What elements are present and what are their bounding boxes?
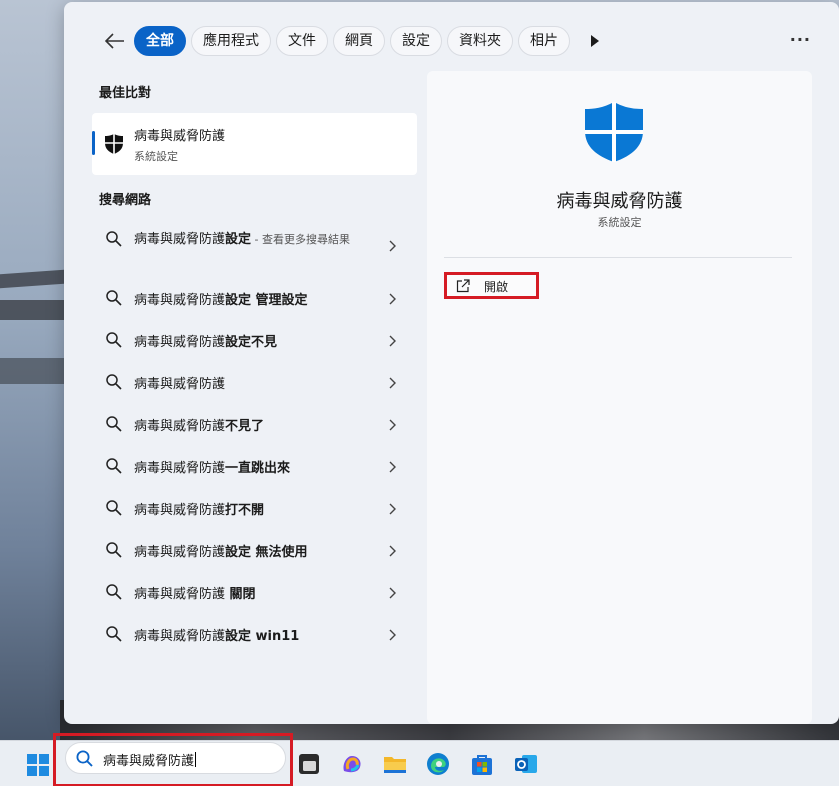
best-match-subtitle: 系統設定	[134, 150, 178, 163]
web-result-text: 病毒與威脅防護設定 管理設定	[134, 293, 308, 308]
more-filters-button[interactable]	[583, 26, 607, 56]
search-icon	[106, 500, 122, 516]
wallpaper-plank	[0, 358, 64, 384]
microsoft-store-icon[interactable]	[469, 751, 495, 777]
preview-subtitle: 系統設定	[597, 216, 642, 229]
open-external-icon	[456, 279, 470, 293]
chevron-right-icon	[389, 419, 396, 431]
best-match-title: 病毒與威脅防護	[134, 129, 226, 144]
preview-title: 病毒與威脅防護	[556, 191, 683, 212]
search-icon	[106, 458, 122, 474]
file-explorer-icon[interactable]	[382, 751, 408, 777]
text-cursor	[195, 752, 197, 767]
chevron-right-icon	[389, 377, 396, 389]
back-arrow-icon	[105, 33, 124, 49]
search-icon	[106, 542, 122, 558]
web-result-text: 病毒與威脅防護不見了	[134, 419, 265, 434]
search-panel: 全部 應用程式 文件 網頁 設定 資料夾 相片 ··· 最佳比對 病毒與威脅防護…	[64, 2, 839, 724]
play-arrow-icon	[591, 35, 599, 47]
web-result-item[interactable]: 病毒與威脅防護設定 無法使用	[92, 530, 417, 572]
search-icon	[106, 416, 122, 432]
more-options-button[interactable]: ···	[790, 30, 811, 49]
web-results-list: 病毒與威脅防護設定 - 查看更多搜尋結果 病毒與威脅防護設定 管理設定 病毒與威…	[92, 218, 417, 656]
filter-folders[interactable]: 資料夾	[447, 26, 513, 56]
best-match-item[interactable]: 病毒與威脅防護 系統設定	[92, 113, 417, 175]
web-result-item[interactable]: 病毒與威脅防護不見了	[92, 404, 417, 446]
wallpaper-plank	[0, 300, 64, 320]
chevron-right-icon	[389, 240, 396, 252]
shield-icon	[105, 134, 123, 154]
taskbar-search-input[interactable]: 病毒與威脅防護	[65, 742, 286, 774]
taskbar-search-text: 病毒與威脅防護	[103, 752, 197, 769]
web-result-item[interactable]: 病毒與威脅防護	[92, 362, 417, 404]
filter-settings[interactable]: 設定	[390, 26, 442, 56]
web-result-text: 病毒與威脅防護	[134, 377, 226, 392]
web-result-item[interactable]: 病毒與威脅防護打不開	[92, 488, 417, 530]
search-icon	[106, 231, 122, 247]
divider	[444, 257, 792, 258]
task-view-icon[interactable]	[296, 751, 322, 777]
taskbar: 病毒與威脅防護	[0, 733, 839, 786]
web-result-item[interactable]: 病毒與威脅防護設定 win11	[92, 614, 417, 656]
outlook-icon[interactable]	[513, 751, 539, 777]
wallpaper-plank	[0, 269, 64, 289]
selection-indicator	[92, 131, 95, 155]
web-result-text: 病毒與威脅防護設定 - 查看更多搜尋結果	[134, 232, 350, 247]
search-icon	[106, 584, 122, 600]
search-icon	[106, 626, 122, 642]
web-result-text: 病毒與威脅防護一直跳出來	[134, 461, 291, 476]
filter-apps[interactable]: 應用程式	[191, 26, 271, 56]
chevron-right-icon	[389, 335, 396, 347]
filter-web[interactable]: 網頁	[333, 26, 385, 56]
web-result-text: 病毒與威脅防護設定 無法使用	[134, 545, 308, 560]
filter-photos[interactable]: 相片	[518, 26, 570, 56]
web-result-text: 病毒與威脅防護設定 win11	[134, 629, 300, 644]
chevron-right-icon	[389, 461, 396, 473]
open-button-label: 開啟	[484, 280, 509, 294]
search-icon	[76, 750, 93, 767]
search-icon	[106, 374, 122, 390]
web-result-text: 病毒與威脅防護 關閉	[134, 587, 256, 602]
preview-pane: 病毒與威脅防護 系統設定 開啟	[427, 71, 812, 724]
web-result-text: 病毒與威脅防護打不開	[134, 503, 265, 518]
web-result-item[interactable]: 病毒與威脅防護設定不見	[92, 320, 417, 362]
web-result-item[interactable]: 病毒與威脅防護 關閉	[92, 572, 417, 614]
chevron-right-icon	[389, 629, 396, 641]
filter-all[interactable]: 全部	[134, 26, 186, 56]
web-result-item[interactable]: 病毒與威脅防護一直跳出來	[92, 446, 417, 488]
chevron-right-icon	[389, 503, 396, 515]
back-button[interactable]	[100, 26, 130, 56]
chevron-right-icon	[389, 293, 396, 305]
web-result-item[interactable]: 病毒與威脅防護設定 - 查看更多搜尋結果	[92, 218, 417, 278]
search-icon	[106, 290, 122, 306]
chevron-right-icon	[389, 587, 396, 599]
filter-documents[interactable]: 文件	[276, 26, 328, 56]
copilot-icon[interactable]	[339, 751, 365, 777]
web-search-heading: 搜尋網路	[99, 193, 152, 208]
start-button[interactable]	[27, 754, 49, 776]
search-icon	[106, 332, 122, 348]
web-result-item[interactable]: 病毒與威脅防護設定 管理設定	[92, 278, 417, 320]
best-match-heading: 最佳比對	[99, 86, 152, 101]
chevron-right-icon	[389, 545, 396, 557]
web-result-text: 病毒與威脅防護設定不見	[134, 335, 278, 350]
filter-bar: 全部 應用程式 文件 網頁 設定 資料夾 相片	[100, 26, 607, 56]
taskbar-search-highlight: 病毒與威脅防護	[53, 733, 293, 786]
open-button[interactable]: 開啟	[444, 272, 539, 299]
edge-icon[interactable]	[425, 751, 451, 777]
shield-icon	[585, 102, 643, 162]
